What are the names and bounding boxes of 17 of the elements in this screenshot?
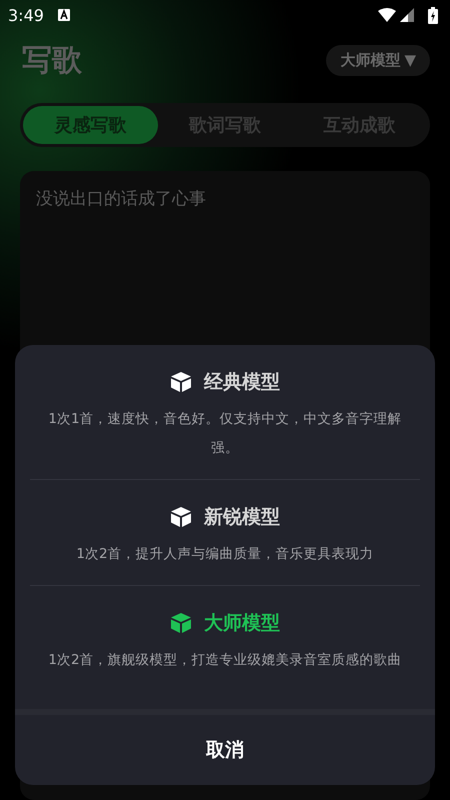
model-option[interactable]: 大师模型 — [170, 610, 280, 636]
battery-icon — [428, 6, 438, 24]
cube-icon — [170, 612, 192, 634]
cancel-button[interactable]: 取消 — [200, 736, 250, 764]
cube-icon — [170, 371, 192, 393]
model-description: 1次2首，旗舰级模型，打造专业级媲美录音室质感的歌曲 — [48, 651, 402, 670]
model-description: 1次2首，提升人声与编曲质量，音乐更具表现力 — [76, 545, 374, 564]
cube-icon — [170, 506, 192, 528]
page-title: 写歌 — [22, 42, 82, 80]
wifi-icon — [378, 8, 396, 22]
model-option[interactable]: 经典模型 — [170, 369, 280, 395]
model-description: 1次1首，速度快，音色好。仅支持中文，中文多音字理解强。 — [47, 410, 403, 458]
model-picker[interactable]: 大师模型 ▼ — [326, 45, 430, 76]
signal-icon — [400, 8, 414, 22]
model-option[interactable]: 新锐模型 — [170, 504, 280, 530]
status-time: 3:49 — [8, 6, 44, 25]
notification-icon — [58, 9, 70, 22]
